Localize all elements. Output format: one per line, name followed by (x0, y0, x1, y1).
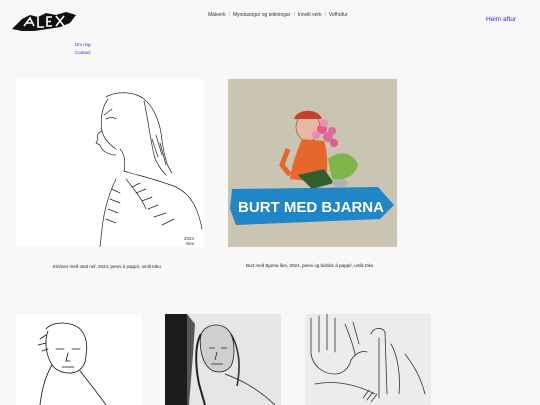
nav-item-myndasogur[interactable]: Myndasögur og teikningar (233, 12, 291, 18)
nav-separator: | (228, 12, 230, 18)
nav-item-malverk[interactable]: Málverk (208, 12, 226, 18)
top-navigation: Málverk | Myndasögur og teikningar | Innvilt… (208, 12, 348, 18)
nav-separator: | (324, 12, 326, 18)
alex-logo[interactable] (10, 9, 78, 33)
portrait-sketch-image (95, 92, 203, 247)
hands-sketch-image (310, 314, 426, 403)
nav-item-innvilt-verk[interactable]: Innvilt verk (298, 12, 322, 18)
banner-text: BURT MED BJARNA (238, 199, 384, 216)
artwork-caption: Einhver með stutt nef, 2024, penni á pap… (53, 264, 161, 269)
artwork-hands-drawing[interactable] (305, 314, 431, 405)
artwork-signature: 2024 Alex (184, 236, 194, 246)
sub-navigation: Um mig Contact (75, 41, 91, 57)
back-home-link[interactable]: Heim aftur (486, 16, 516, 23)
artwork-face-drawing[interactable] (16, 315, 142, 405)
nav-separator: | (293, 12, 295, 18)
nav-item-vefhufur[interactable]: Vefhúfur (329, 12, 348, 18)
subnav-contact[interactable]: Contact (75, 49, 91, 57)
artwork-portrait-drawing[interactable]: 2024 Alex (16, 79, 204, 247)
subnav-about[interactable]: Um mig (75, 41, 91, 49)
dark-portrait-image (165, 314, 276, 405)
face-sketch-image (37, 322, 107, 405)
artwork-dark-portrait[interactable] (165, 314, 281, 405)
signature-name: Alex (185, 241, 195, 246)
artwork-caption: Burt með Bjarna líen, 2024, penni og tús… (246, 263, 374, 268)
figure-with-banner-image: BURT MED BJARNA (230, 110, 394, 225)
artwork-burt-med-bjarna[interactable]: BURT MED BJARNA (228, 79, 397, 247)
